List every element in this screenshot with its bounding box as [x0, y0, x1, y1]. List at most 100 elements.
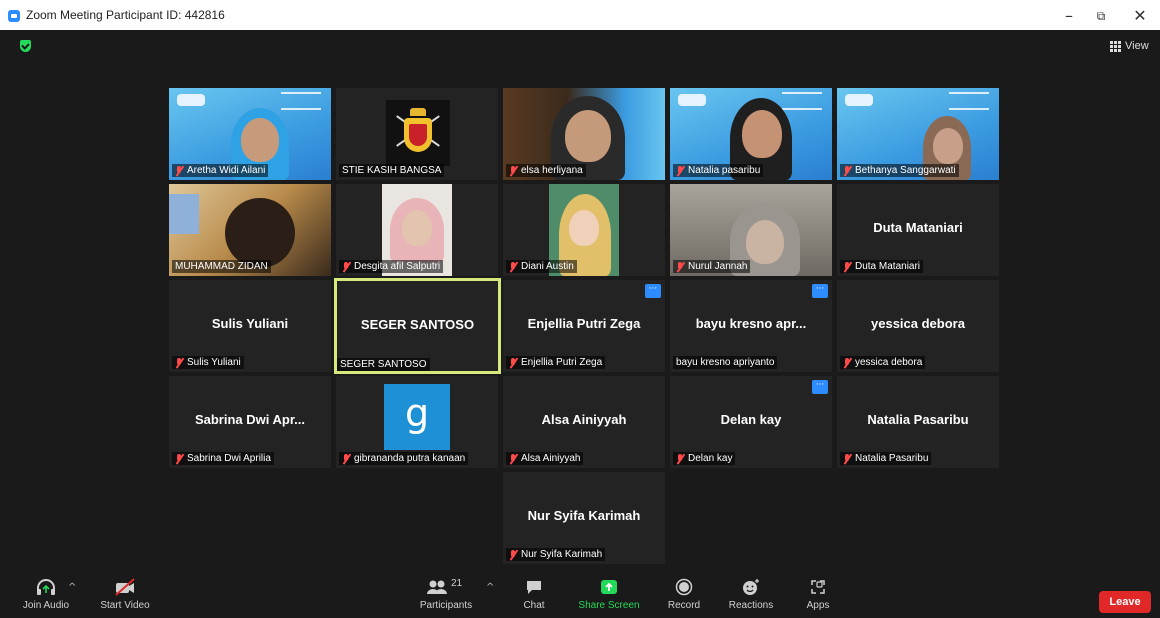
mic-muted-icon [676, 165, 685, 176]
participant-name-label: Nur Syifa Karimah [506, 548, 606, 561]
participant-name-label: Delan kay [673, 452, 736, 465]
close-button[interactable]: ✕ [1126, 5, 1154, 27]
participant-name-label: Desgita afil Salputri [339, 260, 444, 273]
participant-display-name: SEGER SANTOSO [360, 317, 475, 332]
participant-name-label: yessica debora [840, 356, 926, 369]
reactions-icon [741, 578, 761, 596]
mic-muted-icon [509, 549, 518, 560]
chat-icon [525, 578, 543, 596]
chat-label: Chat [523, 600, 545, 611]
participant-name-label: Sulis Yuliani [172, 356, 244, 369]
participant-tile[interactable]: Desgita afil Salputri [336, 184, 498, 276]
apps-label: Apps [806, 600, 830, 611]
participant-tile[interactable]: Nur Syifa Karimah Nur Syifa Karimah [503, 472, 665, 564]
meeting-toolbar: Join Audio ^ Start Video 21 Participants… [0, 572, 1160, 618]
participant-tile[interactable]: Duta Mataniari Duta Mataniari [837, 184, 999, 276]
restore-button[interactable]: ⧉ [1087, 5, 1115, 27]
participant-tile[interactable]: Alsa Ainiyyah Alsa Ainiyyah [503, 376, 665, 468]
participant-tile[interactable]: ··· Enjellia Putri Zega Enjellia Putri Z… [503, 280, 665, 372]
zoom-app-icon [8, 10, 20, 22]
participant-name-label: Nurul Jannah [673, 260, 751, 273]
participant-display-name: Delan kay [720, 412, 782, 427]
start-video-button[interactable]: Start Video [88, 578, 162, 611]
participants-options-caret[interactable]: ^ [486, 582, 494, 593]
participant-tile[interactable]: yessica debora yessica debora [837, 280, 999, 372]
more-options-button[interactable]: ··· [812, 284, 828, 298]
share-screen-button[interactable]: Share Screen [574, 578, 644, 611]
participant-display-name: Duta Mataniari [873, 220, 963, 235]
mic-muted-icon [843, 261, 852, 272]
participant-tile[interactable]: Sabrina Dwi Apr... Sabrina Dwi Aprilia [169, 376, 331, 468]
participant-tile[interactable]: Diani Austin [503, 184, 665, 276]
reactions-button[interactable]: Reactions [722, 578, 780, 611]
participant-name-label: Natalia pasaribu [673, 164, 764, 177]
mic-muted-icon [509, 165, 518, 176]
participant-name-label: Aretha Widi Ailani [172, 164, 269, 177]
apps-icon [809, 578, 827, 596]
participant-name-label: Duta Mataniari [840, 260, 924, 273]
window-title: Zoom Meeting Participant ID: 442816 [26, 8, 225, 22]
record-button[interactable]: Record [664, 578, 704, 611]
more-options-button[interactable]: ··· [812, 380, 828, 394]
video-off-icon [114, 578, 136, 596]
participant-display-name: yessica debora [871, 316, 965, 331]
record-icon [675, 578, 693, 596]
participant-count: 21 [451, 578, 463, 589]
mic-muted-icon [509, 357, 518, 368]
apps-button[interactable]: Apps [800, 578, 836, 611]
mic-muted-icon [843, 165, 852, 176]
mic-muted-icon [843, 453, 852, 464]
participant-name-label: STIE KASIH BANGSA [339, 164, 445, 177]
participant-tile[interactable]: Aretha Widi Ailani [169, 88, 331, 180]
participant-display-name: Nur Syifa Karimah [527, 508, 641, 523]
participant-name-label: bayu kresno apriyanto [673, 356, 778, 369]
participant-display-name: Sulis Yuliani [211, 316, 289, 331]
participant-tile[interactable]: Bethanya Sanggarwati [837, 88, 999, 180]
participant-tile[interactable]: Natalia pasaribu [670, 88, 832, 180]
chat-button[interactable]: Chat [514, 578, 554, 611]
participant-tile[interactable]: Natalia Pasaribu Natalia Pasaribu [837, 376, 999, 468]
participant-name-label: Bethanya Sanggarwati [840, 164, 959, 177]
participant-tile-active-speaker[interactable]: SEGER SANTOSO SEGER SANTOSO [334, 278, 501, 374]
window-titlebar: Zoom Meeting Participant ID: 442816 – ⧉ … [0, 0, 1160, 30]
mic-muted-icon [676, 261, 685, 272]
participant-tile[interactable]: ··· bayu kresno apr... bayu kresno apriy… [670, 280, 832, 372]
mic-muted-icon [676, 453, 685, 464]
mic-muted-icon [342, 261, 351, 272]
participant-tile[interactable]: Sulis Yuliani Sulis Yuliani [169, 280, 331, 372]
mic-muted-icon [509, 453, 518, 464]
view-label: View [1125, 40, 1149, 52]
participants-button[interactable]: 21 Participants [412, 578, 480, 611]
participant-display-name: Alsa Ainiyyah [541, 412, 627, 427]
participant-tile[interactable]: ··· Delan kay Delan kay [670, 376, 832, 468]
audio-options-caret[interactable]: ^ [68, 582, 76, 593]
security-shield-icon[interactable] [20, 40, 31, 52]
institution-emblem [386, 100, 450, 166]
participant-display-name: Sabrina Dwi Apr... [194, 412, 306, 427]
mic-muted-icon [175, 453, 184, 464]
participant-display-name: Enjellia Putri Zega [527, 316, 641, 331]
start-video-label: Start Video [100, 600, 150, 611]
participant-tile[interactable]: g gibrananda putra kanaan [336, 376, 498, 468]
participant-display-name: bayu kresno apr... [695, 316, 807, 331]
view-button[interactable]: View [1110, 38, 1149, 54]
participant-name-label: Natalia Pasaribu [840, 452, 932, 465]
participant-name-label: Alsa Ainiyyah [506, 452, 584, 465]
participant-tile[interactable]: MUHAMMAD ZIDAN [169, 184, 331, 276]
share-screen-label: Share Screen [578, 600, 640, 611]
participant-tile[interactable]: Nurul Jannah [670, 184, 832, 276]
participant-avatar: g [384, 384, 450, 450]
record-label: Record [667, 600, 701, 611]
leave-button[interactable]: Leave [1099, 591, 1151, 613]
mic-muted-icon [843, 357, 852, 368]
participant-name-label: Diani Austin [506, 260, 577, 273]
participants-label: Participants [419, 600, 473, 611]
minimize-button[interactable]: – [1055, 5, 1083, 27]
mic-muted-icon [175, 165, 184, 176]
participant-tile[interactable]: elsa herliyana [503, 88, 665, 180]
participant-name-label: MUHAMMAD ZIDAN [172, 260, 271, 273]
participant-name-label: Enjellia Putri Zega [506, 356, 606, 369]
mic-muted-icon [175, 357, 184, 368]
participant-tile[interactable]: STIE KASIH BANGSA [336, 88, 498, 180]
more-options-button[interactable]: ··· [645, 284, 661, 298]
